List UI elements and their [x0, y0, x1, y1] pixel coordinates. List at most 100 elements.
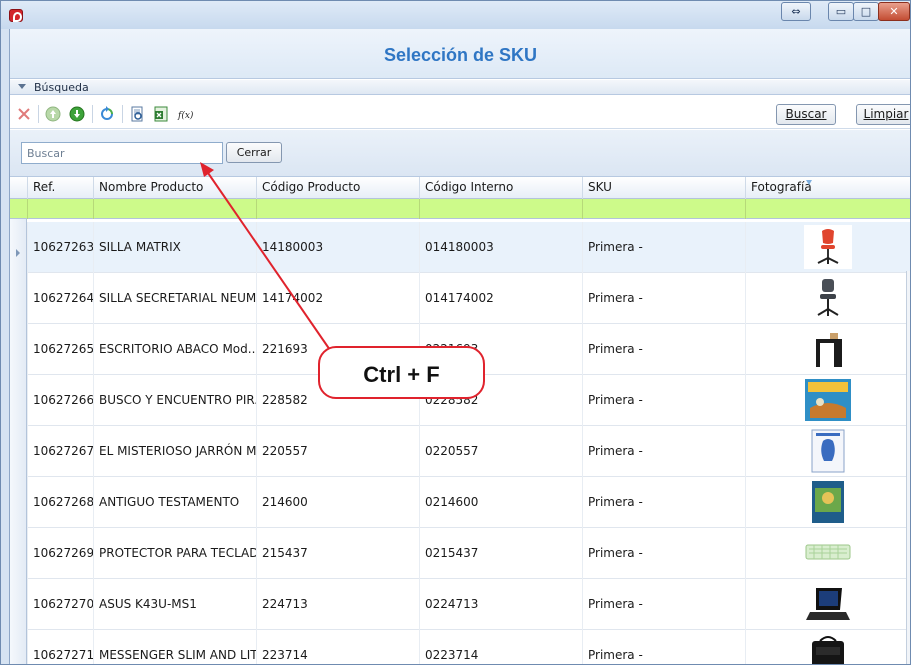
cell-ref: 10627271 [27, 630, 93, 664]
column-header-ref[interactable]: Ref. [27, 177, 93, 199]
cell-nombre: ANTIGUO TESTAMENTO [93, 477, 256, 528]
cell-sku: Primera - [582, 630, 745, 664]
cell-sku: Primera - [582, 426, 745, 477]
cell-interno: 0224713 [419, 579, 582, 630]
cell-nombre: BUSCO Y ENCUENTRO PIR... [93, 375, 256, 426]
grid-rows: 10627263 SILLA MATRIX 14180003 014180003… [27, 222, 910, 664]
cell-sku: Primera - [582, 273, 745, 324]
filter-cell[interactable] [27, 199, 93, 219]
chevron-down-icon[interactable] [18, 84, 26, 89]
cell-ref: 10627269 [27, 528, 93, 579]
cell-ref: 10627268 [27, 477, 93, 528]
keyboard-protector-photo [804, 531, 852, 575]
cell-nombre: PROTECTOR PARA TECLAD... [93, 528, 256, 579]
table-row[interactable]: 10627268 ANTIGUO TESTAMENTO 214600 02146… [27, 477, 910, 528]
export-excel-icon[interactable] [153, 106, 169, 122]
auto-filter-row[interactable] [10, 199, 910, 219]
cell-fotografia [745, 528, 910, 579]
cell-fotografia [745, 273, 910, 324]
cell-nombre: SILLA SECRETARIAL NEUM... [93, 273, 256, 324]
column-header-nombre[interactable]: Nombre Producto [93, 177, 256, 199]
cell-nombre: ASUS K43U-MS1 [93, 579, 256, 630]
toolbar-separator [92, 105, 93, 123]
pirate-book-photo [805, 379, 851, 421]
cell-ref: 10627266 [27, 375, 93, 426]
vase-book-photo [811, 429, 845, 473]
shortcut-callout: Ctrl + F [318, 346, 485, 399]
cell-sku: Primera - [582, 324, 745, 375]
cell-codigo: 215437 [256, 528, 419, 579]
limpiar-button[interactable]: Limpiar [856, 104, 910, 125]
column-header-codigo[interactable]: Código Producto [256, 177, 419, 199]
search-input[interactable] [21, 142, 223, 164]
cell-ref: 10627265 [27, 324, 93, 375]
cell-nombre: ESCRITORIO ABACO Mod.... [93, 324, 256, 375]
cell-fotografia [745, 375, 910, 426]
table-row[interactable]: 10627269 PROTECTOR PARA TECLAD... 215437… [27, 528, 910, 579]
cell-sku: Primera - [582, 375, 745, 426]
filter-cell[interactable] [582, 199, 745, 219]
sort-icon[interactable] [806, 180, 812, 185]
filter-cell[interactable] [419, 199, 582, 219]
cell-sku: Primera - [582, 528, 745, 579]
minimize-button[interactable]: ▭ [828, 2, 854, 21]
down-icon[interactable] [69, 106, 85, 122]
table-row[interactable]: 10627271 MESSENGER SLIM AND LITE 223714 … [27, 630, 910, 664]
cell-fotografia [745, 630, 910, 664]
cell-ref: 10627270 [27, 579, 93, 630]
cell-interno: 0223714 [419, 630, 582, 664]
cell-codigo: 223714 [256, 630, 419, 664]
table-row[interactable]: 10627267 EL MISTERIOSO JARRÓN M... 22055… [27, 426, 910, 477]
vertical-scrollbar[interactable] [906, 271, 910, 664]
restore-side-button[interactable]: ⇔ [781, 2, 811, 21]
cell-interno: 014180003 [419, 222, 582, 273]
cell-sku: Primera - [582, 477, 745, 528]
column-header-sku[interactable]: SKU [582, 177, 745, 199]
close-button[interactable]: ✕ [878, 2, 910, 21]
cell-ref: 10627267 [27, 426, 93, 477]
cell-nombre: SILLA MATRIX [93, 222, 256, 273]
red-office-chair-photo [804, 225, 852, 269]
filter-cell[interactable] [745, 199, 910, 219]
testament-book-photo [812, 481, 844, 523]
cell-interno: 0215437 [419, 528, 582, 579]
cell-fotografia [745, 324, 910, 375]
grid-header: Ref. Nombre Producto Código Producto Cód… [10, 177, 910, 199]
function-label: f(x) [177, 110, 193, 121]
maximize-button[interactable]: □ [853, 2, 879, 21]
table-row[interactable]: 10627263 SILLA MATRIX 14180003 014180003… [27, 222, 910, 273]
refresh-icon[interactable] [99, 106, 115, 122]
find-panel [10, 130, 910, 177]
column-header-fotografia[interactable]: Fotografía [745, 177, 910, 199]
preview-icon[interactable] [129, 106, 145, 122]
filter-cell[interactable] [93, 199, 256, 219]
shortcut-text: Ctrl + F [363, 362, 440, 387]
cell-ref: 10627264 [27, 273, 93, 324]
cell-fotografia [745, 477, 910, 528]
table-row[interactable]: 10627264 SILLA SECRETARIAL NEUM... 14174… [27, 273, 910, 324]
cell-nombre: MESSENGER SLIM AND LITE [93, 630, 256, 664]
cell-nombre: EL MISTERIOSO JARRÓN M... [93, 426, 256, 477]
cerrar-button[interactable]: Cerrar [226, 142, 282, 163]
current-row-arrow-icon [16, 249, 20, 257]
delete-icon[interactable] [16, 106, 32, 122]
cell-codigo: 224713 [256, 579, 419, 630]
up-icon[interactable] [45, 106, 61, 122]
search-group-header[interactable]: Búsqueda [10, 80, 910, 95]
cell-codigo: 14180003 [256, 222, 419, 273]
page-header: Selección de SKU [10, 29, 910, 79]
cell-codigo: 14174002 [256, 273, 419, 324]
cell-interno: 014174002 [419, 273, 582, 324]
black-desk-photo [804, 327, 852, 371]
table-row[interactable]: 10627270 ASUS K43U-MS1 224713 0224713 Pr… [27, 579, 910, 630]
gray-office-chair-photo [804, 276, 852, 320]
toolbar-separator [38, 105, 39, 123]
buscar-button[interactable]: Buscar [776, 104, 836, 125]
filter-cell[interactable] [256, 199, 419, 219]
function-icon[interactable]: f(x) [177, 106, 193, 122]
cell-codigo: 220557 [256, 426, 419, 477]
column-header-interno[interactable]: Código Interno [419, 177, 582, 199]
messenger-bag-photo [804, 633, 852, 664]
row-indicator-column [10, 177, 27, 664]
cell-codigo: 214600 [256, 477, 419, 528]
